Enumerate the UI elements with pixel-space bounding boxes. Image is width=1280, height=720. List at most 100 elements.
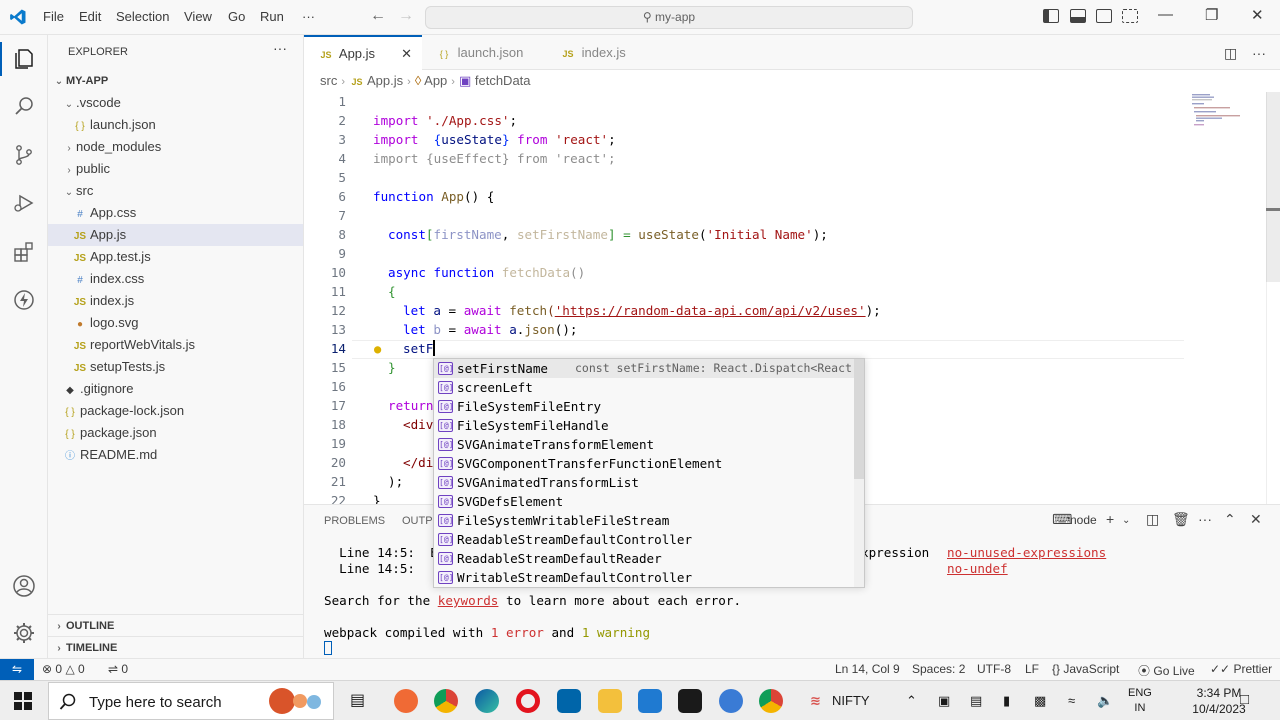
close-tab-icon[interactable]: ✕ — [401, 37, 412, 70]
suggest-item[interactable]: [@] SVGComponentTransferFunctionElement — [434, 454, 854, 473]
tree-item[interactable]: ⌄ src — [48, 180, 303, 202]
run-debug-icon[interactable] — [12, 191, 36, 215]
eol[interactable]: LF — [1025, 662, 1039, 676]
menu-go[interactable]: Go — [228, 9, 245, 24]
file-explorer-icon[interactable] — [598, 689, 622, 713]
search-icon[interactable] — [12, 94, 36, 118]
editor-scroll-thumb[interactable] — [1266, 92, 1280, 282]
minimap[interactable] — [1190, 92, 1266, 132]
close-window-icon[interactable]: ✕ — [1251, 6, 1264, 24]
tree-item[interactable]: › public — [48, 158, 303, 180]
remote-indicator-icon[interactable]: ⇋ — [0, 659, 34, 680]
rule-link[interactable]: no-unused-expressions — [947, 545, 1106, 561]
app-icon-paint[interactable] — [394, 689, 418, 713]
problems-indicator[interactable]: ⊗ 0 △ 0 — [42, 662, 85, 676]
tree-item[interactable]: JS setupTests.js — [48, 356, 303, 378]
toggle-sidebar-icon[interactable] — [1043, 9, 1059, 23]
breadcrumb-app[interactable]: App — [424, 73, 447, 88]
split-editor-icon[interactable]: ◫ — [1224, 45, 1237, 62]
toggle-secondary-sidebar-icon[interactable] — [1096, 9, 1112, 23]
chevron-up-icon[interactable]: ⌃ — [906, 693, 917, 709]
suggest-item[interactable]: [@] FileSystemFileHandle — [434, 416, 854, 435]
stock-ticker[interactable]: NIFTY — [832, 693, 870, 708]
app-icon-blue[interactable] — [719, 689, 743, 713]
wifi-icon[interactable]: ≈ — [1068, 693, 1075, 708]
tray-icon-4[interactable]: ▩ — [1034, 693, 1046, 709]
suggest-item[interactable]: [@] WritableStreamDefaultController — [434, 568, 854, 587]
remote-icon[interactable] — [12, 288, 36, 312]
cursor-position[interactable]: Ln 14, Col 9 — [835, 662, 900, 676]
close-panel-icon[interactable]: ✕ — [1250, 511, 1262, 528]
edge-icon[interactable] — [475, 689, 499, 713]
tree-item[interactable]: ⓘ README.md — [48, 444, 303, 466]
tab-launch-json[interactable]: { } launch.json — [422, 35, 546, 70]
tray-icon-1[interactable]: ▣ — [938, 693, 950, 709]
language-mode[interactable]: {} JavaScript — [1052, 662, 1119, 676]
restore-icon[interactable]: ❐ — [1205, 6, 1218, 24]
suggest-item[interactable]: [@] screenLeft — [434, 378, 854, 397]
command-center[interactable]: ⚲ my-app — [425, 6, 913, 29]
menu-run[interactable]: Run — [260, 9, 284, 24]
tree-root-my-app[interactable]: ⌄ MY-APP — [48, 70, 303, 92]
suggest-item[interactable]: [@] SVGAnimateTransformElement — [434, 435, 854, 454]
breadcrumb-fetchdata[interactable]: fetchData — [475, 73, 531, 88]
tree-item[interactable]: # index.css — [48, 268, 303, 290]
suggest-item[interactable]: [@] setFirstName const setFirstName: React… — [434, 359, 864, 378]
tray-icon-3[interactable]: ▮ — [1003, 693, 1010, 709]
menu-selection[interactable]: Selection — [116, 9, 169, 24]
indentation[interactable]: Spaces: 2 — [912, 662, 965, 676]
tree-item[interactable]: JS reportWebVitals.js — [48, 334, 303, 356]
source-control-icon[interactable] — [12, 143, 36, 167]
suggest-item[interactable]: [@] SVGAnimatedTransformList — [434, 473, 854, 492]
outline-section[interactable]: › OUTLINE — [48, 614, 303, 636]
tab-problems[interactable]: PROBLEMS — [324, 515, 385, 527]
tree-item[interactable]: ⌄ .vscode — [48, 92, 303, 114]
tray-icon-2[interactable]: ▤ — [970, 693, 982, 709]
suggest-item[interactable]: [@] SVGDefsElement — [434, 492, 854, 511]
breadcrumb-file[interactable]: App.js — [367, 73, 403, 88]
keywords-link[interactable]: keywords — [438, 593, 499, 608]
tree-item[interactable]: { } package-lock.json — [48, 400, 303, 422]
suggest-item[interactable]: [@] FileSystemFileEntry — [434, 397, 854, 416]
tree-item[interactable]: ● logo.svg — [48, 312, 303, 334]
encoding[interactable]: UTF-8 — [977, 662, 1011, 676]
tree-item[interactable]: # App.css — [48, 202, 303, 224]
tree-item[interactable]: { } package.json — [48, 422, 303, 444]
suggest-widget[interactable]: [@] setFirstName const setFirstName: React… — [433, 358, 865, 588]
maximize-panel-icon[interactable]: ⌃ — [1224, 511, 1236, 528]
tree-item[interactable]: JS index.js — [48, 290, 303, 312]
extensions-icon[interactable] — [12, 240, 36, 264]
tree-item[interactable]: ◆ .gitignore — [48, 378, 303, 400]
toggle-panel-icon[interactable] — [1070, 9, 1086, 23]
more-actions-icon[interactable]: ··· — [1252, 45, 1266, 61]
more-actions-icon[interactable]: ··· — [1198, 511, 1212, 527]
suggest-scroll-thumb[interactable] — [854, 359, 864, 479]
menu-more[interactable]: ··· — [302, 9, 315, 24]
chevron-down-icon[interactable]: ⌄ — [1122, 515, 1130, 526]
tree-item[interactable]: JS App.test.js — [48, 246, 303, 268]
go-live-button[interactable]: ⦿ Go Live — [1138, 662, 1195, 679]
menu-edit[interactable]: Edit — [79, 9, 101, 24]
rule-link[interactable]: no-undef — [947, 561, 1008, 577]
breadcrumb-src[interactable]: src — [320, 73, 337, 88]
chrome-icon[interactable] — [759, 689, 783, 713]
suggest-item[interactable]: [@] ReadableStreamDefaultReader — [434, 549, 854, 568]
explorer-more-button[interactable]: ··· — [273, 40, 287, 56]
back-arrow-icon[interactable]: ← — [370, 7, 386, 25]
menu-view[interactable]: View — [184, 9, 212, 24]
ports-indicator[interactable]: ⇌ 0 — [108, 662, 128, 676]
suggest-item[interactable]: [@] FileSystemWritableFileStream — [434, 511, 854, 530]
settings-gear-icon[interactable] — [12, 621, 36, 645]
volume-icon[interactable]: 🔈 — [1097, 693, 1113, 709]
menu-file[interactable]: File — [43, 9, 64, 24]
language-indicator[interactable]: ENG IN — [1128, 686, 1152, 716]
trash-icon[interactable]: 🗑 — [1172, 511, 1190, 528]
task-view-icon[interactable]: ▤ — [350, 690, 365, 710]
tree-item[interactable]: › node_modules — [48, 136, 303, 158]
minimize-icon[interactable]: — — [1158, 6, 1173, 23]
split-terminal-icon[interactable]: ◫ — [1146, 511, 1159, 528]
chrome-icon[interactable] — [434, 689, 458, 713]
account-icon[interactable] — [12, 574, 36, 598]
timeline-section[interactable]: › TIMELINE — [48, 636, 303, 658]
tab-app-js[interactable]: JS App.js ✕ — [304, 35, 422, 71]
